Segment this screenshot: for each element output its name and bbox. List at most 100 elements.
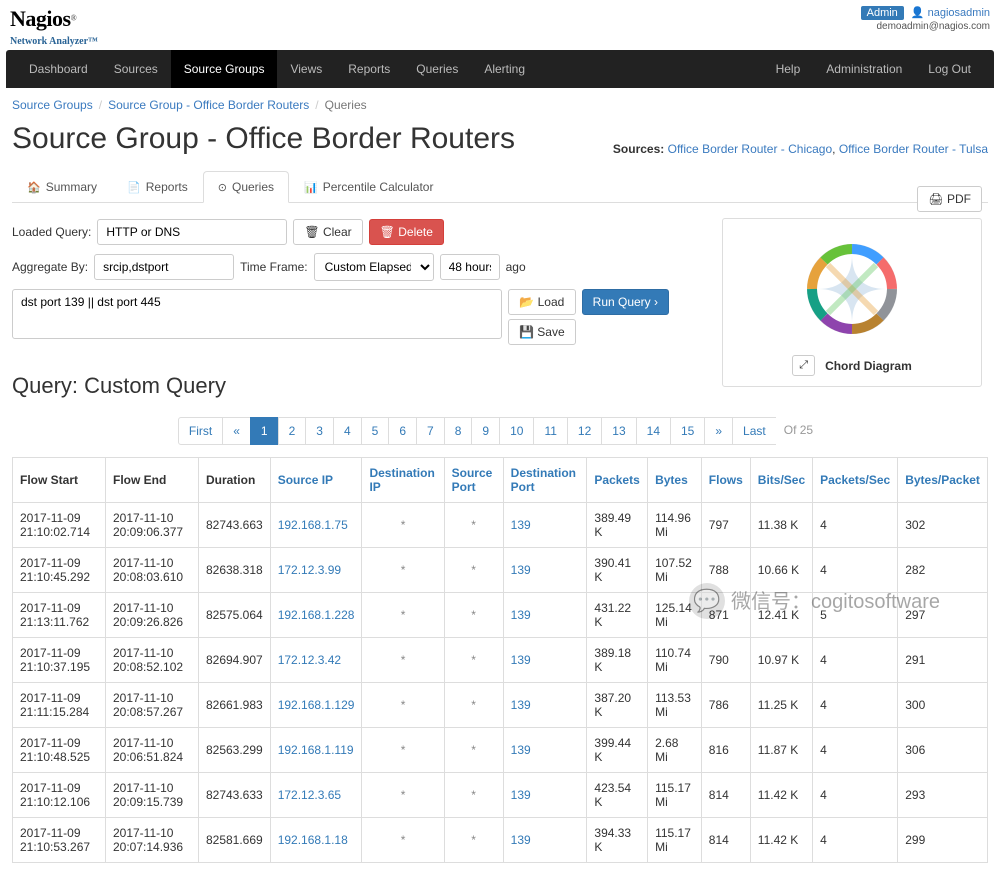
port-link[interactable]: 139 [511,788,531,802]
pager-page-2[interactable]: 2 [278,417,307,445]
pdf-icon: 🖨 [928,192,943,206]
tab-reports[interactable]: 📄Reports [112,171,203,203]
queries-icon: ⊙ [218,182,227,194]
port-link[interactable]: 139 [511,563,531,577]
chord-label: Chord Diagram [825,359,912,373]
tab-queries[interactable]: ⊙Queries [203,171,289,203]
col-bits-sec[interactable]: Bits/Sec [750,458,812,503]
nav-queries[interactable]: Queries [403,50,471,88]
col-packets[interactable]: Packets [587,458,648,503]
chord-diagram [787,229,917,349]
load-button[interactable]: 📂 Load [508,289,576,315]
pager-page-7[interactable]: 7 [416,417,445,445]
results-table: Flow StartFlow EndDurationSource IPDesti… [12,457,988,863]
col-source-ip[interactable]: Source IP [270,458,362,503]
tab-percentile-calculator[interactable]: 📊Percentile Calculator [289,171,448,203]
clear-button[interactable]: 🗑 Clear [293,219,362,245]
port-link[interactable]: 139 [511,608,531,622]
ip-link[interactable]: 192.168.1.129 [278,698,355,712]
sources-line: Sources: Office Border Router - Chicago,… [613,142,988,156]
pager-page-6[interactable]: 6 [388,417,417,445]
username-link[interactable]: nagiosadmin [928,7,990,19]
nav-help[interactable]: Help [763,50,814,88]
loaded-query-input[interactable] [97,219,287,245]
timeframe-label: Time Frame: [240,260,308,274]
nav-sources[interactable]: Sources [101,50,171,88]
col-flow-end: Flow End [105,458,198,503]
col-bytes[interactable]: Bytes [648,458,702,503]
table-row: 2017-11-09 21:13:11.7622017-11-10 20:09:… [13,593,988,638]
pager-page-11[interactable]: 11 [533,417,567,445]
table-row: 2017-11-09 21:10:37.1952017-11-10 20:08:… [13,638,988,683]
pager-page-8[interactable]: 8 [444,417,473,445]
col-bytes-packet[interactable]: Bytes/Packet [898,458,988,503]
col-packets-sec[interactable]: Packets/Sec [813,458,898,503]
pager-page-9[interactable]: 9 [471,417,500,445]
load-icon: 📂 [519,295,534,309]
timeframe-select[interactable]: Custom Elapsed Time [314,253,434,281]
pager-prev[interactable]: « [222,417,251,445]
table-row: 2017-11-09 21:10:02.7142017-11-10 20:09:… [13,503,988,548]
pager-page-15[interactable]: 15 [670,417,705,445]
run-query-button[interactable]: Run Query › [582,289,669,315]
source-link-1[interactable]: Office Border Router - Tulsa [839,142,988,156]
port-link[interactable]: 139 [511,833,531,847]
col-source-port[interactable]: Source Port [444,458,503,503]
pager-next[interactable]: » [704,417,733,445]
chord-diagram-panel: ⤢ Chord Diagram [722,218,982,387]
nav-administration[interactable]: Administration [813,50,915,88]
pager-page-10[interactable]: 10 [499,417,534,445]
page-title: Source Group - Office Border Routers [12,122,515,156]
loaded-query-label: Loaded Query: [12,225,91,239]
pager-page-12[interactable]: 12 [567,417,602,445]
expand-chord-button[interactable]: ⤢ [792,355,815,376]
table-row: 2017-11-09 21:10:48.5252017-11-10 20:06:… [13,728,988,773]
port-link[interactable]: 139 [511,743,531,757]
query-textarea[interactable]: dst port 139 || dst port 445 [12,289,502,339]
aggregate-label: Aggregate By: [12,260,88,274]
user-email: demoadmin@nagios.com [861,21,990,32]
ip-link[interactable]: 172.12.3.42 [278,653,341,667]
save-button[interactable]: 💾 Save [508,319,576,345]
pager-last[interactable]: Last [732,417,777,445]
table-row: 2017-11-09 21:11:15.2842017-11-10 20:08:… [13,683,988,728]
pager-page-5[interactable]: 5 [361,417,390,445]
summary-icon: 🏠 [27,182,41,194]
pager-page-3[interactable]: 3 [305,417,334,445]
port-link[interactable]: 139 [511,698,531,712]
pager-page-13[interactable]: 13 [601,417,636,445]
breadcrumb-item[interactable]: Source Group - Office Border Routers [108,98,309,112]
port-link[interactable]: 139 [511,518,531,532]
timeframe-amount-input[interactable] [440,254,500,280]
main-navbar: DashboardSourcesSource GroupsViewsReport… [6,50,994,88]
pager-page-14[interactable]: 14 [636,417,671,445]
aggregate-input[interactable] [94,254,234,280]
pager-page-4[interactable]: 4 [333,417,362,445]
delete-button[interactable]: 🗑 Delete [369,219,444,245]
nav-reports[interactable]: Reports [335,50,403,88]
tab-summary[interactable]: 🏠Summary [12,171,112,203]
ip-link[interactable]: 192.168.1.18 [278,833,348,847]
port-link[interactable]: 139 [511,653,531,667]
pager-page-1[interactable]: 1 [250,417,279,445]
nav-source-groups[interactable]: Source Groups [171,50,278,88]
breadcrumb: Source Groups/Source Group - Office Bord… [0,88,1000,122]
ip-link[interactable]: 192.168.1.119 [278,743,354,757]
table-row: 2017-11-09 21:10:45.2922017-11-10 20:08:… [13,548,988,593]
nav-views[interactable]: Views [277,50,335,88]
pager-first[interactable]: First [178,417,223,445]
col-destination-ip[interactable]: Destination IP [362,458,444,503]
source-link-0[interactable]: Office Border Router - Chicago [668,142,833,156]
col-destination-port[interactable]: Destination Port [503,458,587,503]
nav-alerting[interactable]: Alerting [471,50,538,88]
nav-dashboard[interactable]: Dashboard [16,50,101,88]
nav-log-out[interactable]: Log Out [915,50,984,88]
chevron-right-icon: › [654,295,658,309]
ip-link[interactable]: 192.168.1.75 [278,518,348,532]
ip-link[interactable]: 172.12.3.99 [278,563,341,577]
ip-link[interactable]: 172.12.3.65 [278,788,341,802]
ip-link[interactable]: 192.168.1.228 [278,608,355,622]
col-flows[interactable]: Flows [701,458,750,503]
breadcrumb-item[interactable]: Source Groups [12,98,93,112]
pdf-button[interactable]: 🖨 PDF [917,186,982,212]
